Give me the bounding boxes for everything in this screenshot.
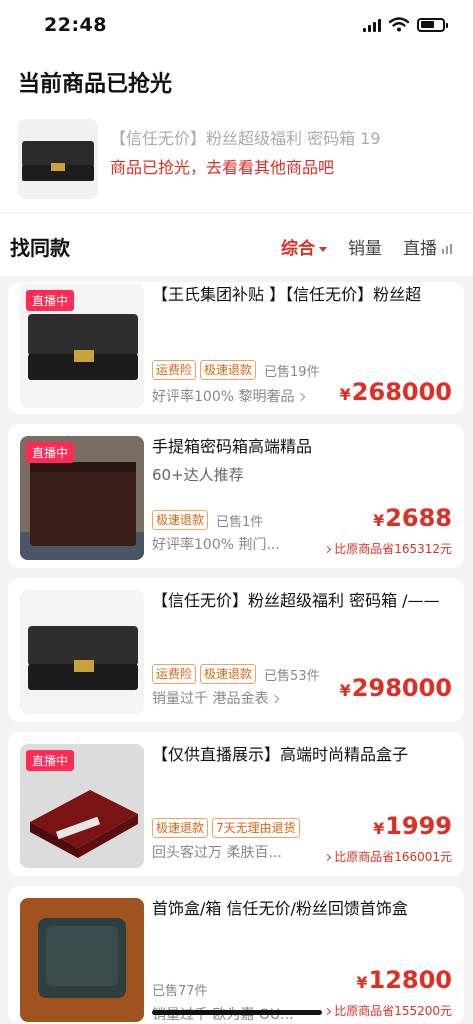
status-icons bbox=[363, 17, 448, 32]
jewelry-box-image bbox=[20, 898, 144, 1022]
product-title: 【信任无价】粉丝超级福利 密码箱 /—— bbox=[152, 591, 440, 610]
tag-row: 运费险 极速退款 已售53件 bbox=[152, 664, 320, 684]
savings-text: 比原商品省165312元 bbox=[334, 542, 452, 556]
live-badge: 直播中 bbox=[26, 442, 75, 463]
live-bars-icon bbox=[442, 244, 452, 254]
product-image[interactable] bbox=[20, 898, 144, 1022]
shop-meta[interactable]: 销量过千 港品金表 bbox=[152, 688, 280, 708]
tab-label: 销量 bbox=[348, 239, 382, 259]
shop-meta[interactable]: 好评率100% 荆门... bbox=[152, 534, 280, 554]
find-similar-bar: 找同款 综合 销量 直播 bbox=[0, 214, 473, 276]
live-badge: 直播中 bbox=[26, 750, 75, 771]
savings-text: 比原商品省166001元 bbox=[334, 850, 452, 864]
sold-count: 已售77件 bbox=[152, 984, 208, 999]
briefcase-image bbox=[18, 119, 98, 199]
product-title: 【仅供直播展示】高端时尚精品盒子 bbox=[152, 745, 409, 764]
price: ¥298000 bbox=[339, 674, 452, 702]
product-title: 手提箱密码箱高端精品 bbox=[152, 437, 313, 456]
chevron-right-icon bbox=[324, 853, 332, 862]
product-title: 首饰盒/箱 信任无价/粉丝回馈首饰盒 bbox=[152, 899, 408, 918]
product-title: 【王氏集团补贴 】【信任无价】粉丝超 bbox=[152, 285, 422, 304]
caret-down-icon bbox=[319, 246, 327, 252]
product-card[interactable]: 直播中 手提箱密码箱高端精品 60+达人推荐 极速退款 已售1件 好评率100%… bbox=[8, 424, 464, 568]
savings-text: 比原商品省155200元 bbox=[334, 1004, 452, 1018]
meta-text: 好评率100% 黎明奢品 bbox=[152, 389, 295, 405]
savings-link[interactable]: 比原商品省155200元 bbox=[324, 1002, 452, 1019]
status-bar: 22:48 bbox=[0, 0, 473, 56]
tab-label: 直播 bbox=[403, 239, 437, 259]
sold-item-name[interactable]: 【信任无价】粉丝超级福利 密码箱 19 bbox=[110, 125, 460, 149]
tag-freight-insurance: 运费险 bbox=[152, 664, 197, 684]
savings-link[interactable]: 比原商品省166001元 bbox=[324, 848, 452, 865]
status-time: 22:48 bbox=[44, 14, 107, 36]
tab-label: 综合 bbox=[281, 239, 315, 259]
tag-freight-insurance: 运费险 bbox=[152, 360, 197, 380]
chevron-right-icon bbox=[324, 545, 332, 554]
price-value: 298000 bbox=[351, 674, 452, 702]
price-value: 268000 bbox=[351, 378, 452, 406]
signal-icon bbox=[363, 18, 381, 32]
wifi-icon bbox=[389, 17, 409, 32]
price: ¥12800 bbox=[356, 966, 453, 994]
price-value: 12800 bbox=[368, 966, 453, 994]
tag-fast-refund: 极速退款 bbox=[200, 664, 257, 684]
product-card[interactable]: 直播中 【仅供直播展示】高端时尚精品盒子 极速退款 7天无理由退货 回头客过万 … bbox=[8, 732, 464, 876]
tab-comprehensive[interactable]: 综合 bbox=[281, 234, 327, 259]
tag-row: 极速退款 7天无理由退货 bbox=[152, 818, 300, 838]
shop-meta[interactable]: 好评率100% 黎明奢品 bbox=[152, 386, 306, 406]
battery-icon bbox=[417, 17, 448, 32]
live-badge: 直播中 bbox=[26, 290, 75, 311]
product-card[interactable]: 【信任无价】粉丝超级福利 密码箱 /—— 运费险 极速退款 已售53件 销量过千… bbox=[8, 578, 464, 722]
product-card[interactable]: 首饰盒/箱 信任无价/粉丝回馈首饰盒 已售77件 销量过千 欧为嘉 OU... … bbox=[8, 886, 464, 1024]
price: ¥2688 bbox=[373, 504, 452, 532]
sold-count: 已售53件 bbox=[264, 668, 320, 684]
meta-text: 回头客过万 柔肤百... bbox=[152, 845, 282, 861]
tag-row: 运费险 极速退款 已售19件 bbox=[152, 360, 320, 380]
sold-count: 已售1件 bbox=[216, 514, 264, 530]
meta-text: 好评率100% 荆门... bbox=[152, 537, 280, 553]
price-value: 2688 bbox=[385, 504, 452, 532]
product-image[interactable]: 直播中 bbox=[20, 744, 144, 868]
price: ¥1999 bbox=[373, 812, 452, 840]
chevron-right-icon bbox=[297, 392, 306, 402]
sold-out-panel: 当前商品已抢光 【信任无价】粉丝超级福利 密码箱 19 商品已抢光，去看看其他商… bbox=[0, 56, 473, 215]
chevron-right-icon bbox=[271, 694, 280, 704]
meta-text: 销量过千 港品金表 bbox=[152, 691, 269, 707]
product-subtitle: 60+达人推荐 bbox=[152, 466, 244, 484]
product-image[interactable]: 直播中 bbox=[20, 284, 144, 408]
savings-link[interactable]: 比原商品省165312元 bbox=[324, 540, 452, 557]
price-value: 1999 bbox=[385, 812, 452, 840]
chevron-right-icon bbox=[324, 1007, 332, 1016]
home-indicator[interactable] bbox=[152, 1010, 322, 1015]
price: ¥268000 bbox=[339, 378, 452, 406]
page-title: 当前商品已抢光 bbox=[18, 72, 173, 97]
tag-row: 已售77件 bbox=[152, 980, 208, 999]
sold-count: 已售19件 bbox=[264, 364, 320, 380]
tag-fast-refund: 极速退款 bbox=[152, 510, 209, 530]
tab-live[interactable]: 直播 bbox=[403, 234, 452, 259]
sold-item-image[interactable] bbox=[18, 119, 98, 199]
product-image[interactable]: 直播中 bbox=[20, 436, 144, 560]
sold-hint: 商品已抢光，去看看其他商品吧 bbox=[110, 158, 335, 177]
tab-sales[interactable]: 销量 bbox=[348, 234, 382, 259]
tag-fast-refund: 极速退款 bbox=[200, 360, 257, 380]
shop-meta[interactable]: 回头客过万 柔肤百... bbox=[152, 842, 282, 862]
find-similar-title: 找同款 bbox=[10, 236, 70, 260]
briefcase-image bbox=[20, 590, 144, 714]
product-image[interactable] bbox=[20, 590, 144, 714]
product-card[interactable]: 直播中 【王氏集团补贴 】【信任无价】粉丝超 运费险 极速退款 已售19件 好评… bbox=[8, 282, 464, 414]
tag-fast-refund: 极速退款 bbox=[152, 818, 209, 838]
tag-7day-return: 7天无理由退货 bbox=[212, 818, 300, 838]
tag-row: 极速退款 已售1件 bbox=[152, 510, 263, 530]
